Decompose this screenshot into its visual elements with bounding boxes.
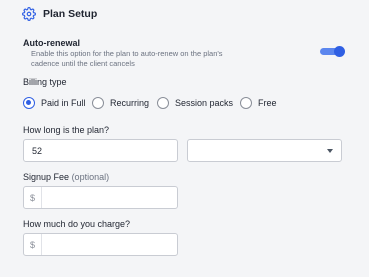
currency-prefix: $ bbox=[24, 187, 42, 208]
auto-renewal-toggle[interactable] bbox=[320, 46, 345, 58]
plan-setup-header: Plan Setup bbox=[22, 6, 97, 22]
radio-circle bbox=[240, 97, 252, 109]
chevron-down-icon bbox=[327, 149, 333, 153]
radio-label: Free bbox=[258, 98, 277, 108]
price-input[interactable]: $ bbox=[23, 233, 178, 256]
price-field[interactable] bbox=[42, 234, 177, 255]
radio-circle bbox=[23, 97, 35, 109]
currency-prefix: $ bbox=[24, 234, 42, 255]
radio-paid-in-full[interactable]: Paid in Full bbox=[23, 96, 86, 110]
gear-icon bbox=[22, 7, 36, 21]
radio-label: Recurring bbox=[110, 98, 150, 108]
radio-circle bbox=[92, 97, 104, 109]
billing-type-label: Billing type bbox=[23, 77, 67, 87]
toggle-knob bbox=[334, 46, 345, 57]
duration-label: How long is the plan? bbox=[23, 125, 110, 135]
radio-label: Paid in Full bbox=[41, 98, 86, 108]
radio-label: Session packs bbox=[175, 98, 234, 108]
signup-fee-label: Signup Fee (optional) bbox=[23, 172, 109, 182]
optional-hint: (optional) bbox=[71, 172, 110, 182]
auto-renewal-label: Auto-renewal bbox=[23, 38, 81, 48]
auto-renewal-description: Enable this option for the plan to auto-… bbox=[31, 49, 223, 68]
signup-fee-field[interactable] bbox=[42, 187, 177, 208]
price-label: How much do you charge? bbox=[23, 219, 131, 229]
duration-input[interactable]: 52 bbox=[23, 139, 178, 162]
radio-circle bbox=[157, 97, 169, 109]
radio-free[interactable]: Free bbox=[240, 96, 277, 110]
duration-unit-select[interactable] bbox=[187, 139, 342, 162]
page-title: Plan Setup bbox=[43, 8, 98, 20]
signup-fee-input[interactable]: $ bbox=[23, 186, 178, 209]
signup-fee-label-text: Signup Fee bbox=[23, 172, 70, 182]
radio-session-packs[interactable]: Session packs bbox=[157, 96, 233, 110]
duration-value: 52 bbox=[32, 145, 43, 156]
radio-recurring[interactable]: Recurring bbox=[92, 96, 149, 110]
